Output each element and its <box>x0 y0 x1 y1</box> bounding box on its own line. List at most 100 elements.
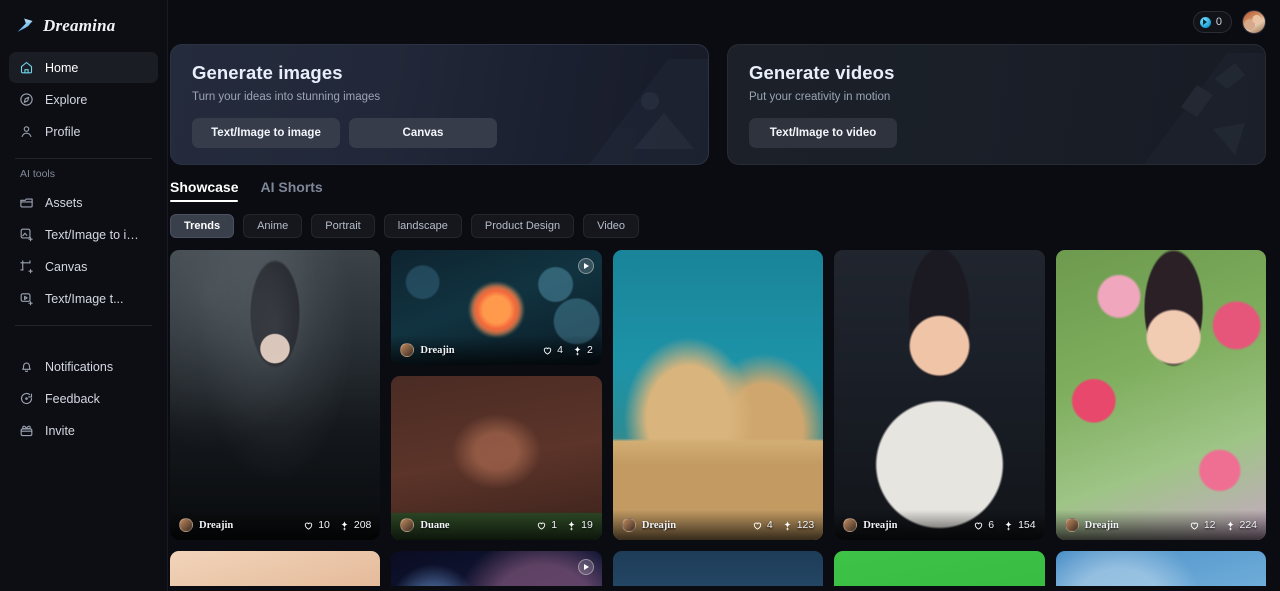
generation-stat[interactable]: 224 <box>1225 519 1258 531</box>
bell-icon <box>19 359 34 374</box>
gallery-card[interactable]: Dreajin 6 154 <box>834 250 1045 540</box>
gallery-card[interactable]: Duane 1 19 <box>391 376 602 540</box>
tab-showcase[interactable]: Showcase <box>170 179 239 202</box>
chip-portrait[interactable]: Portrait <box>311 214 375 238</box>
card-author[interactable]: Dreajin <box>843 518 897 532</box>
chip-landscape[interactable]: landscape <box>383 214 462 238</box>
like-stat[interactable]: 4 <box>542 344 563 356</box>
card-footer: Dreajin 6 154 <box>834 510 1045 540</box>
card-stats: 6 154 <box>973 519 1036 531</box>
card-footer: Dreajin 4 2 <box>391 335 602 365</box>
sidebar-item-assets[interactable]: Assets <box>9 187 158 218</box>
gallery-card[interactable]: Dreajin 10 208 <box>170 250 381 540</box>
app-root: Dreamina Home Explore Profile AI tools A… <box>0 0 1280 591</box>
like-count: 12 <box>1203 519 1216 531</box>
card-author[interactable]: Dreajin <box>621 518 676 532</box>
card-artwork-girl-in-tulip-field <box>1055 250 1267 540</box>
like-count: 4 <box>557 344 563 356</box>
home-icon <box>19 60 34 75</box>
author-avatar <box>621 518 636 532</box>
sidebar-item-label: Text/Image to image <box>45 227 148 242</box>
gallery-card[interactable] <box>1055 551 1267 586</box>
card-artwork-green-eye-closeup <box>170 551 381 586</box>
card-stats: 10 208 <box>303 519 371 531</box>
gallery-column: Dreajin 10 208 <box>170 250 381 586</box>
sidebar-item-notifications[interactable]: Notifications <box>9 351 158 382</box>
author-avatar <box>400 518 415 532</box>
image-plus-icon <box>19 227 34 242</box>
play-icon[interactable] <box>577 258 594 274</box>
avatar[interactable] <box>1242 10 1266 34</box>
chip-product-design[interactable]: Product Design <box>470 214 575 238</box>
gallery-card[interactable] <box>834 551 1045 586</box>
like-count: 1 <box>551 519 558 531</box>
sidebar-item-canvas[interactable]: Canvas <box>9 251 158 282</box>
sidebar-item-text-image-to-video[interactable]: Text/Image t... <box>9 283 158 314</box>
person-icon <box>19 124 34 139</box>
generation-stat[interactable]: 19 <box>566 519 593 531</box>
text-image-to-video-button[interactable]: Text/Image to video <box>749 118 897 148</box>
like-stat[interactable]: 6 <box>973 519 994 531</box>
card-artwork-astronaut-in-space <box>391 551 602 586</box>
sidebar-item-invite[interactable]: Invite <box>9 415 158 446</box>
generation-stat[interactable]: 123 <box>782 519 814 531</box>
sidebar-item-label: Profile <box>45 124 81 139</box>
card-author[interactable]: Duane <box>400 518 450 532</box>
sidebar: Dreamina Home Explore Profile AI tools A… <box>0 0 168 591</box>
author-name: Dreajin <box>199 519 234 531</box>
sidebar-item-home[interactable]: Home <box>9 52 158 83</box>
gallery-card[interactable]: Dreajin 4 123 <box>612 250 824 540</box>
sidebar-item-label: Home <box>45 60 79 75</box>
banner-title: Generate images <box>192 62 343 83</box>
chip-video[interactable]: Video <box>583 214 640 238</box>
canvas-button[interactable]: Canvas <box>349 118 497 148</box>
credits-badge[interactable]: 0 <box>1192 11 1232 33</box>
sidebar-item-text-image-to-image[interactable]: Text/Image to image <box>9 219 158 250</box>
generate-images-banner: Generate images Turn your ideas into stu… <box>170 44 709 165</box>
banner-subtitle: Turn your ideas into stunning images <box>192 91 381 103</box>
filter-chips: Trends Anime Portrait landscape Product … <box>168 202 1280 238</box>
generation-count: 224 <box>1239 519 1258 531</box>
generation-stat[interactable]: 154 <box>1003 519 1036 531</box>
card-stats: 4 123 <box>752 519 814 531</box>
generation-stat[interactable]: 208 <box>339 519 372 531</box>
generation-count: 208 <box>353 519 372 531</box>
sidebar-item-label: Text/Image t... <box>45 291 124 306</box>
card-author[interactable]: Dreajin <box>1064 518 1119 532</box>
card-artwork-anime-girl-with-fur-cats <box>834 250 1045 540</box>
like-stat[interactable]: 12 <box>1189 519 1216 531</box>
sidebar-item-profile[interactable]: Profile <box>9 116 158 147</box>
gallery-card[interactable] <box>391 551 602 586</box>
sidebar-divider-top <box>15 158 152 159</box>
brand[interactable]: Dreamina <box>9 0 158 52</box>
text-image-to-image-button[interactable]: Text/Image to image <box>192 118 340 148</box>
chip-anime[interactable]: Anime <box>243 214 303 238</box>
author-name: Duane <box>420 519 450 531</box>
sidebar-item-feedback[interactable]: Feedback <box>9 383 158 414</box>
gallery-card[interactable]: Dreajin 4 2 <box>391 250 602 365</box>
tab-ai-shorts[interactable]: AI Shorts <box>260 179 322 202</box>
gallery-card[interactable] <box>170 551 381 586</box>
author-avatar <box>1064 518 1079 532</box>
gallery-card[interactable] <box>612 551 824 586</box>
sidebar-item-label: Canvas <box>45 259 88 274</box>
gallery-card[interactable]: Dreajin 12 224 <box>1055 250 1267 540</box>
generation-count: 2 <box>586 344 593 356</box>
generate-videos-banner: Generate videos Put your creativity in m… <box>727 44 1266 165</box>
like-stat[interactable]: 10 <box>303 519 330 531</box>
sidebar-divider-bottom <box>15 325 152 326</box>
credits-count: 0 <box>1215 16 1222 28</box>
gallery-column: Dreajin 12 224 <box>1055 250 1267 586</box>
sidebar-item-explore[interactable]: Explore <box>9 84 158 115</box>
chip-trends[interactable]: Trends <box>170 214 235 238</box>
like-count: 4 <box>766 519 773 531</box>
generation-stat[interactable]: 2 <box>572 344 593 356</box>
like-stat[interactable]: 1 <box>536 519 557 531</box>
play-icon[interactable] <box>577 559 594 575</box>
card-artwork-wheat-field-blue-sky <box>1055 551 1267 586</box>
like-stat[interactable]: 4 <box>752 519 773 531</box>
card-author[interactable]: Dreajin <box>179 518 233 532</box>
card-author[interactable]: Dreajin <box>400 343 455 357</box>
gallery-column: Dreajin 6 154 <box>834 250 1045 586</box>
sparkle-star-logo-icon <box>17 18 33 32</box>
